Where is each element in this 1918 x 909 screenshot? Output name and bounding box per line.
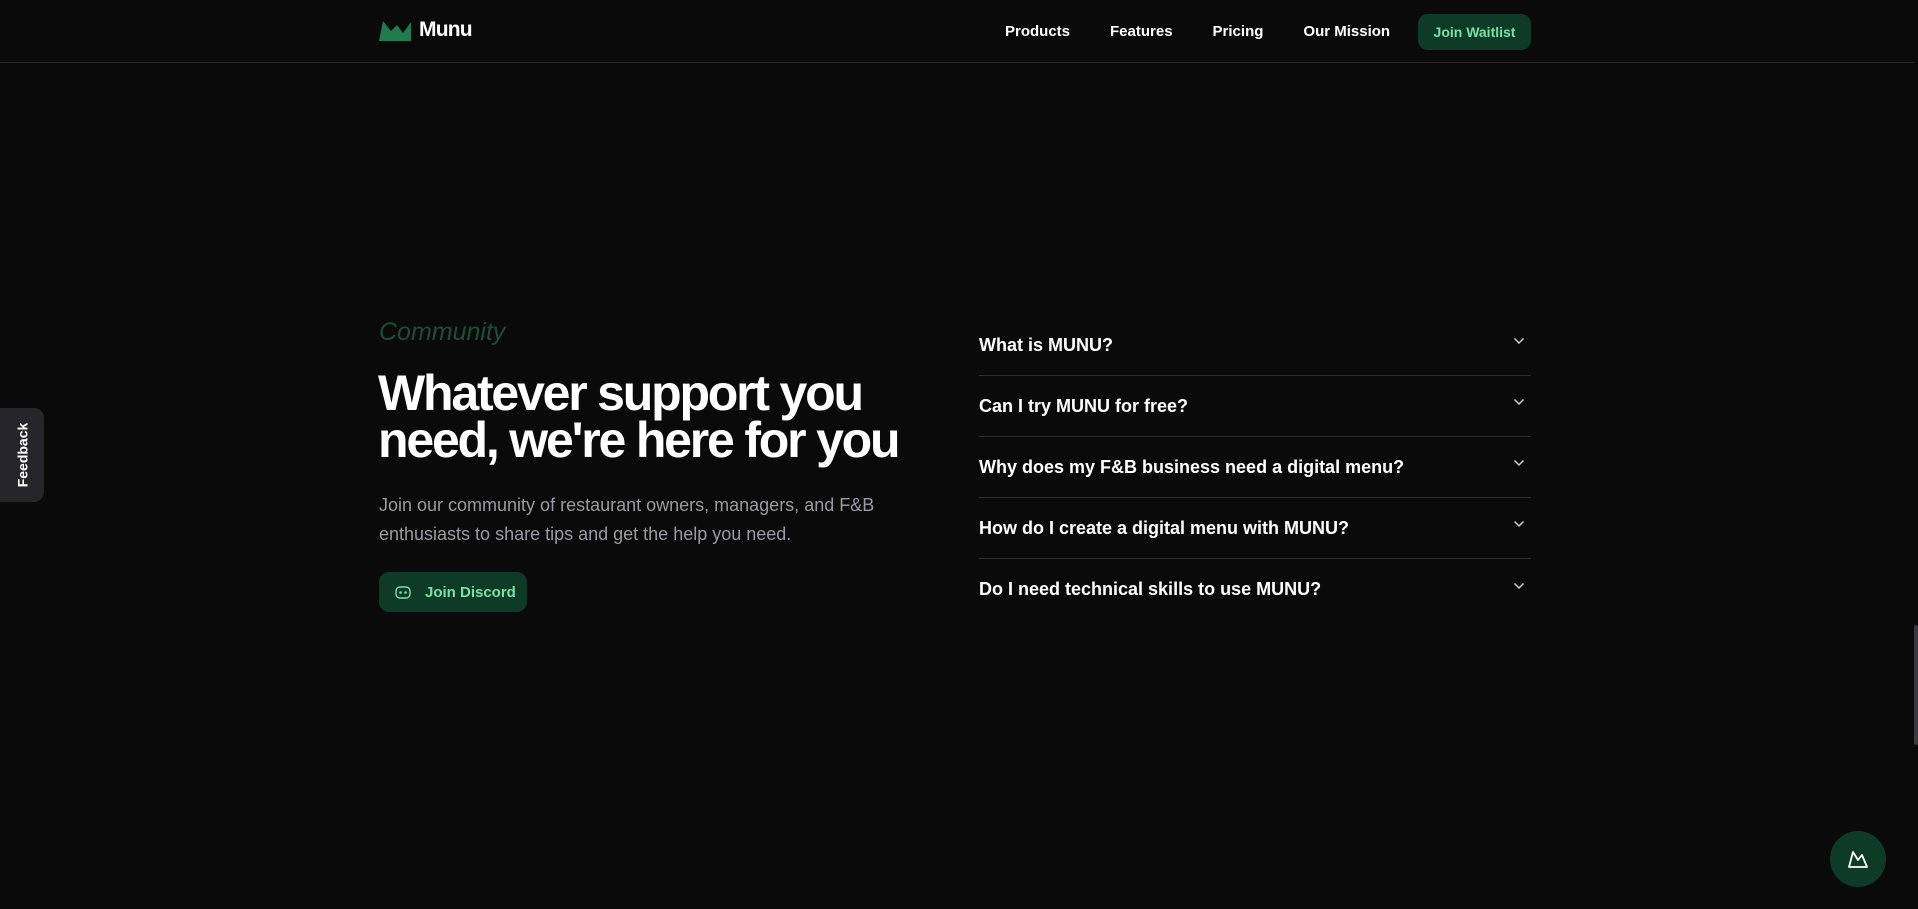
faq-item[interactable]: Can I try MUNU for free? [979,376,1531,437]
faq-question: What is MUNU? [979,334,1113,355]
discord-icon [395,585,411,599]
logo-link[interactable]: Munu [379,18,473,42]
faq-item[interactable]: Do I need technical skills to use MUNU? [979,559,1531,620]
nav-products[interactable]: Products [1005,23,1070,40]
faq-question: Do I need technical skills to use MUNU? [979,579,1322,599]
join-waitlist-button[interactable]: Join Waitlist [1418,14,1531,50]
chevron-down-icon [1513,582,1525,589]
scrollbar-thumb[interactable] [1914,625,1918,745]
scrollbar-track[interactable] [1914,0,1918,909]
chat-bubble-button[interactable] [1830,831,1886,887]
faq-item[interactable]: Why does my F&B business need a digital … [979,437,1531,498]
join-discord-label: Join Discord [425,583,516,601]
section-subtext: Join our community of restaurant owners,… [379,495,875,544]
chevron-down-icon [1513,520,1525,528]
feedback-label: Feedback [14,422,30,488]
faq-question: Can I try MUNU for free? [979,395,1189,416]
section-eyebrow: Community [379,318,506,346]
main-nav: Products Features Pricing Our Mission [1005,0,1390,63]
chevron-down-icon [1513,398,1525,406]
faq-item[interactable]: How do I create a digital menu with MUNU… [979,498,1531,559]
faq-accordion: What is MUNU? Can I try MUNU for free? W… [979,315,1531,620]
faq-question: How do I create a digital menu with MUNU… [979,517,1350,538]
logo-text: Munu [419,18,473,41]
site-header: Munu Products Features Pricing Our Missi… [0,0,1914,63]
join-discord-button[interactable]: Join Discord [379,572,527,612]
section-headline: Whatever support you need, we're here fo… [378,365,901,468]
nav-pricing[interactable]: Pricing [1213,23,1264,40]
faq-question: Why does my F&B business need a digital … [979,456,1405,477]
nav-features[interactable]: Features [1110,23,1173,40]
feedback-tab[interactable]: Feedback [0,408,44,502]
mountain-logo-icon [379,21,411,41]
faq-item[interactable]: What is MUNU? [979,315,1531,376]
chevron-down-icon [1513,337,1525,345]
nav-our-mission[interactable]: Our Mission [1303,23,1390,40]
chevron-down-icon [1513,459,1525,467]
mountain-chat-icon [1848,851,1868,868]
